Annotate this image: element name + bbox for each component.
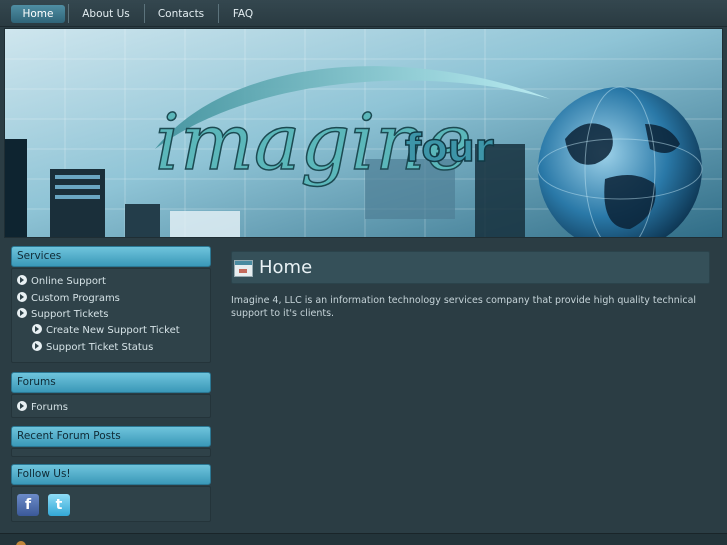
arrow-circle-icon [17,275,27,285]
header-banner: imagine four [4,28,723,238]
page-title: Home [259,257,313,278]
arrow-circle-icon [32,324,42,334]
menu-support-tickets[interactable]: Support Tickets [17,307,109,321]
menu-forums[interactable]: Forums [17,400,68,414]
recent-posts-panel-header: Recent Forum Posts [11,426,211,447]
facebook-icon[interactable]: f [17,494,39,516]
follow-panel [11,486,211,522]
menu-label: Forums [31,402,68,413]
menu-label: Create New Support Ticket [46,325,180,336]
nav-contacts[interactable]: Contacts [150,5,212,23]
footer-home-icon [16,541,26,545]
logo-sub-text: four [405,126,494,170]
menu-custom-programs[interactable]: Custom Programs [17,291,120,305]
services-panel-header: Services [11,246,211,267]
menu-create-new-support-ticket[interactable]: Create New Support Ticket [32,323,180,337]
page-body-text: Imagine 4, LLC is an information technol… [231,295,697,319]
twitter-icon[interactable]: t [48,494,70,516]
menu-online-support[interactable]: Online Support [17,274,106,288]
nav-divider [144,4,145,23]
banner-illustration: imagine four [5,29,722,237]
menu-label: Support Ticket Status [46,342,154,353]
arrow-circle-icon [32,341,42,351]
nav-home[interactable]: Home [11,5,65,23]
nav-divider [218,4,219,23]
arrow-circle-icon [17,292,27,302]
arrow-circle-icon [17,308,27,318]
menu-label: Custom Programs [31,293,120,304]
nav-faq[interactable]: FAQ [224,5,262,23]
top-navigation: Home About Us Contacts FAQ [0,0,727,27]
nav-about-us[interactable]: About Us [74,5,138,23]
menu-support-ticket-status[interactable]: Support Ticket Status [32,340,153,354]
recent-posts-panel [11,448,211,457]
menu-label: Support Tickets [31,309,109,320]
nav-divider [68,4,69,23]
calendar-page-icon [234,260,253,277]
forums-panel-header: Forums [11,372,211,393]
follow-panel-header: Follow Us! [11,464,211,485]
footer-bar [0,533,727,545]
menu-label: Online Support [31,276,106,287]
arrow-circle-icon [17,401,27,411]
content-header: Home [231,251,710,284]
